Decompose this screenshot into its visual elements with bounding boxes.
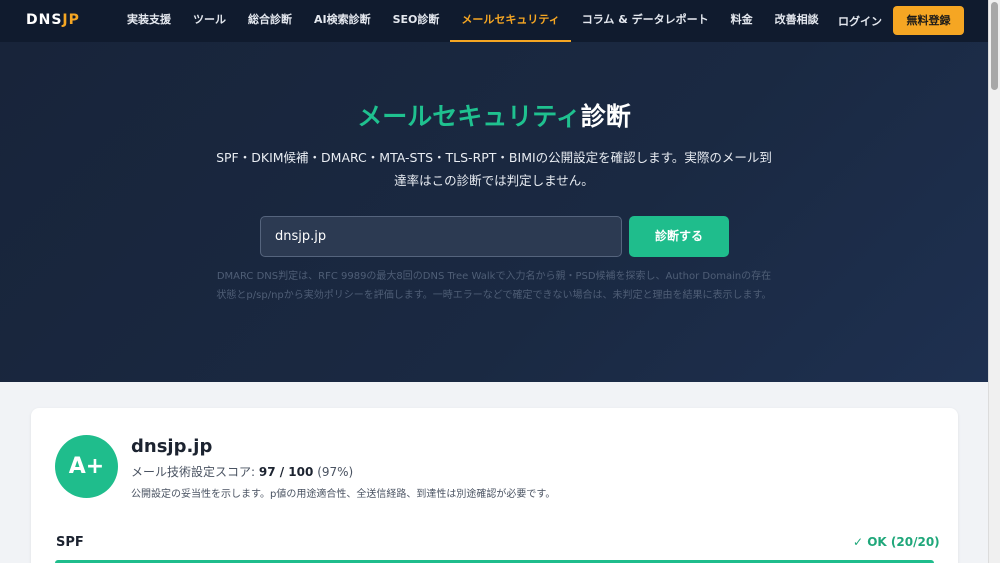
nav-item-pricing[interactable]: 料金 bbox=[720, 0, 764, 42]
nav-item-ai-search-diagnosis[interactable]: AI検索診断 bbox=[303, 0, 382, 42]
nav-item-implementation-support[interactable]: 実装支援 bbox=[116, 0, 182, 42]
hero-section: メールセキュリティ診断 SPF・DKIM候補・DMARC・MTA-STS・TLS… bbox=[0, 42, 988, 382]
nav-item-mail-security[interactable]: メールセキュリティ bbox=[450, 0, 572, 42]
nav-item-comprehensive-diagnosis[interactable]: 総合診断 bbox=[237, 0, 303, 42]
nav-item-columns-reports[interactable]: コラム & データレポート bbox=[571, 0, 720, 42]
page-scrollbar[interactable] bbox=[988, 0, 1000, 563]
dmarc-note: DMARC DNS判定は、RFC 9989の最大8回のDNS Tree Walk… bbox=[216, 271, 772, 301]
score-label: メール技術設定スコア: bbox=[131, 465, 259, 479]
signup-button[interactable]: 無料登録 bbox=[893, 6, 964, 35]
score-percent: (97%) bbox=[317, 465, 354, 479]
nav-item-tools[interactable]: ツール bbox=[182, 0, 237, 42]
top-navbar: DNSJP 実装支援 ツール 総合診断 AI検索診断 SEO診断 メールセキュリ… bbox=[0, 0, 988, 42]
grade-badge: A+ bbox=[55, 435, 118, 498]
section-status-spf: ✓ OK (20/20) bbox=[853, 535, 940, 549]
score-line: メール技術設定スコア: 97 / 100 (97%) bbox=[131, 463, 353, 480]
logo-main: DNS bbox=[26, 12, 63, 28]
hero-description: SPF・DKIM候補・DMARC・MTA-STS・TLS-RPT・BIMIの公開… bbox=[216, 150, 772, 188]
nav-item-seo-diagnosis[interactable]: SEO診断 bbox=[382, 0, 451, 42]
logo-accent: JP bbox=[62, 12, 80, 28]
nav-menu: 実装支援 ツール 総合診断 AI検索診断 SEO診断 メールセキュリティ コラム… bbox=[116, 0, 830, 42]
result-card: A+ dnsjp.jp メール技術設定スコア: 97 / 100 (97%) 公… bbox=[31, 408, 958, 563]
scrollbar-thumb[interactable] bbox=[991, 2, 998, 90]
nav-item-consultation[interactable]: 改善相談 bbox=[764, 0, 830, 42]
result-domain: dnsjp.jp bbox=[131, 436, 213, 457]
diagnose-button[interactable]: 診断する bbox=[629, 216, 729, 257]
login-link[interactable]: ログイン bbox=[838, 13, 882, 29]
site-logo[interactable]: DNSJP bbox=[26, 12, 80, 28]
score-note: 公開設定の妥当性を示します。p値の用途適合性、全送信経路、到達性は別途確認が必要… bbox=[131, 489, 556, 500]
section-label-spf: SPF bbox=[56, 535, 84, 550]
domain-input[interactable]: dnsjp.jp bbox=[260, 216, 622, 257]
score-value: 97 / 100 bbox=[258, 465, 314, 479]
page-title: メールセキュリティ診断 bbox=[0, 97, 988, 133]
title-accent: メールセキュリティ bbox=[357, 102, 581, 131]
title-rest: 診断 bbox=[580, 102, 631, 131]
